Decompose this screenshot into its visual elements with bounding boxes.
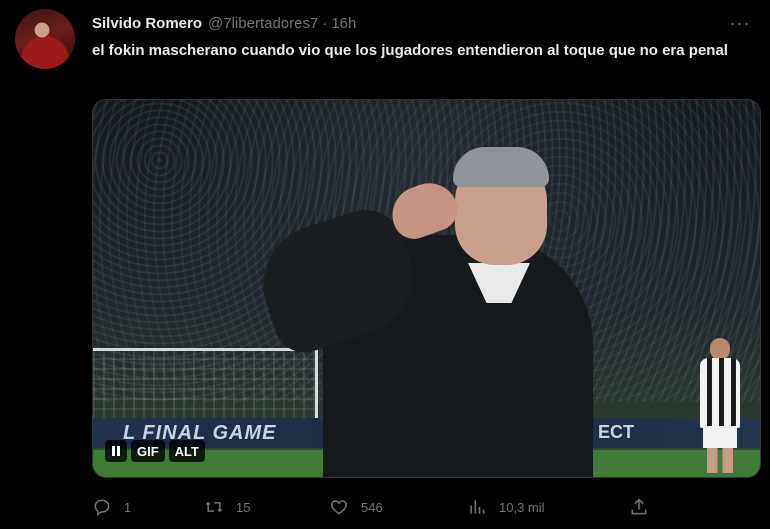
alt-badge[interactable]: ALT [168,440,205,462]
like-button[interactable]: 546 [329,497,383,517]
retweet-count: 15 [236,499,251,515]
retweet-button[interactable]: 15 [204,497,250,517]
like-count: 546 [361,499,383,515]
reply-icon [94,499,110,516]
avatar[interactable] [15,9,75,69]
background-player [697,338,743,473]
separator: · [322,14,328,32]
retweet-icon [205,501,223,513]
tweet[interactable]: Silvido Romero @7libertadores7 · 16h ···… [0,0,770,529]
tweet-text: el fokin mascherano cuando vio que los j… [92,42,728,59]
pause-icon[interactable] [105,440,127,462]
reply-count: 1 [124,499,132,515]
share-icon [631,498,647,515]
gif-media[interactable]: L FINAL GAME ECT GIF ALT [92,99,761,478]
tweet-header: Silvido Romero @7libertadores7 · 16h ··· [92,12,750,34]
media-badges: GIF ALT [105,440,205,462]
coach-figure [248,125,613,477]
more-icon[interactable]: ··· [730,12,750,34]
share-button[interactable] [629,497,649,517]
timestamp[interactable]: 16h [331,15,356,32]
views-icon [470,500,485,514]
views-count: 10,3 mil [499,499,545,515]
action-bar: 1 15 546 10,3 mil [92,492,652,522]
reply-button[interactable]: 1 [92,497,131,517]
like-icon [330,500,348,515]
gif-badge: GIF [131,440,165,462]
views-button[interactable]: 10,3 mil [467,497,545,517]
author-name[interactable]: Silvido Romero [92,15,202,32]
author-handle[interactable]: @7libertadores7 [208,15,318,32]
